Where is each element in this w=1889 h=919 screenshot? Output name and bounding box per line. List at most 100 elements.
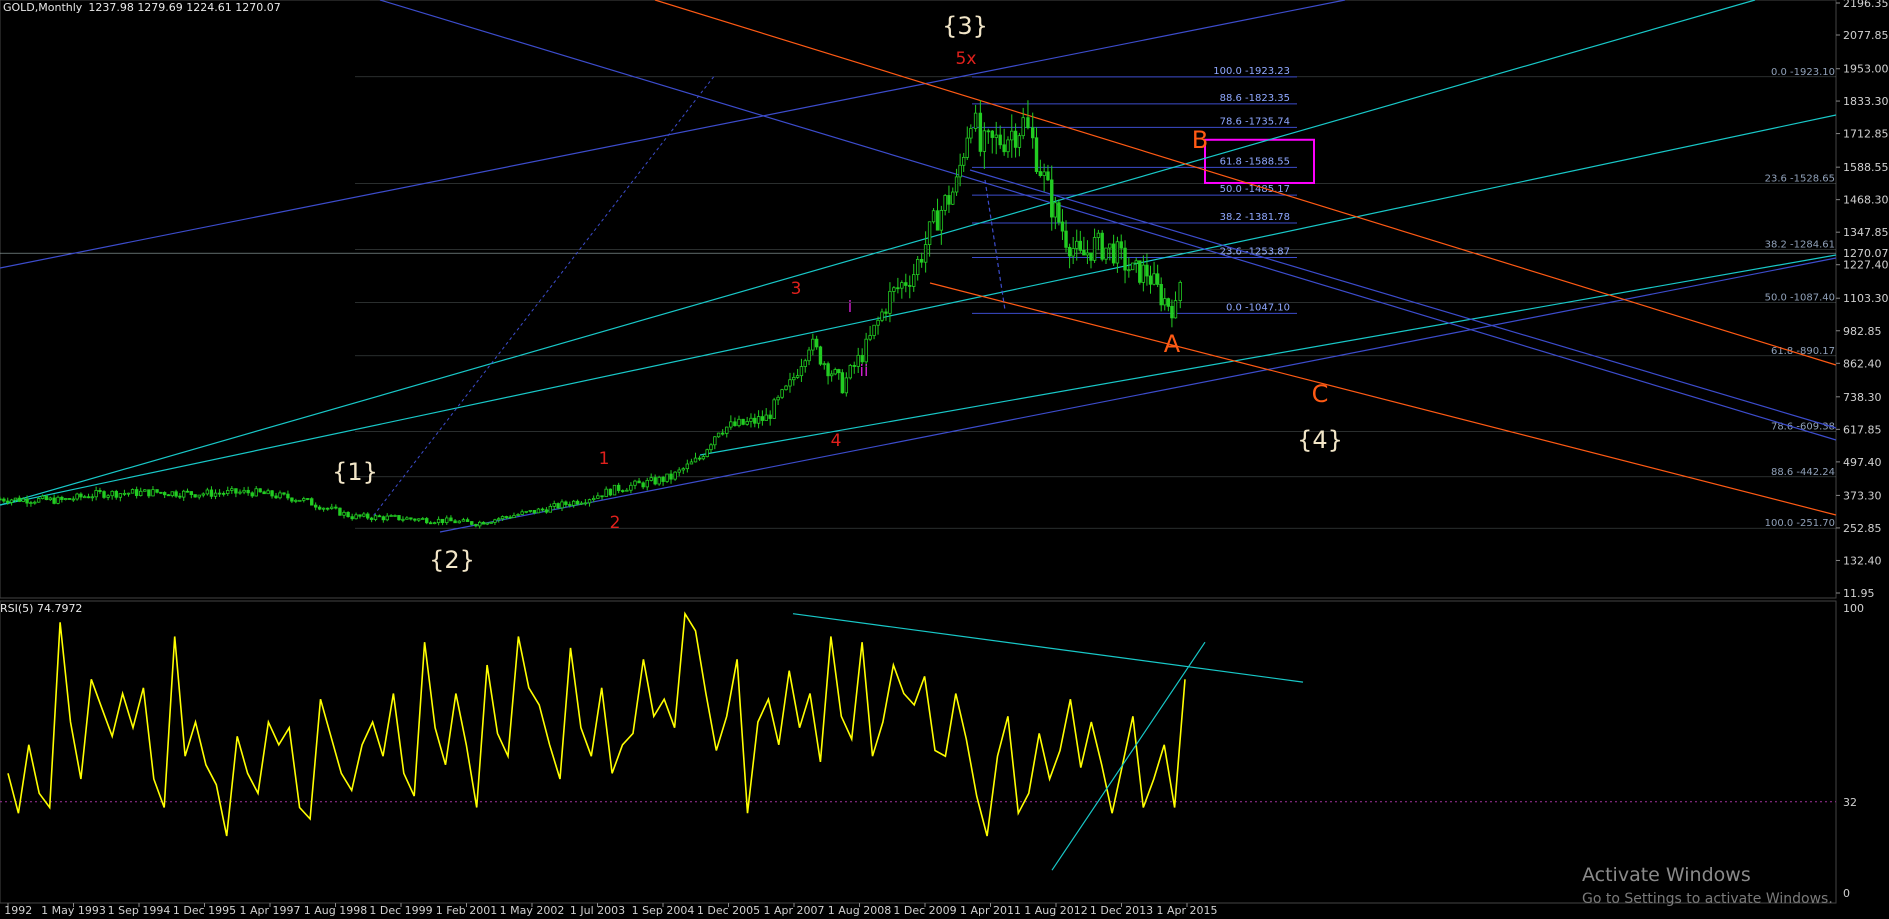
candle-body — [71, 498, 75, 501]
candle-body — [270, 490, 274, 497]
fib-inner-label: 100.0 -1923.23 — [1213, 66, 1290, 77]
candle-body — [876, 319, 880, 326]
candle-body — [811, 338, 815, 351]
candle-body — [151, 489, 155, 497]
candle-body — [896, 287, 900, 290]
candle-body — [837, 369, 841, 374]
fib-inner-label: 78.6 -1735.74 — [1220, 116, 1290, 127]
candle-body — [201, 493, 205, 496]
fib-level-label: 38.2 -1284.61 — [1765, 239, 1835, 250]
candle-body — [621, 490, 625, 492]
candle-body — [591, 497, 596, 501]
candle-body — [943, 195, 947, 211]
candle-body — [693, 457, 698, 463]
candle-body — [872, 324, 876, 336]
candle-body — [405, 517, 409, 520]
candle-body — [575, 500, 580, 505]
candle-body — [524, 510, 528, 513]
candle-body — [697, 457, 702, 460]
wave-label: 2 — [610, 513, 621, 533]
candle-body — [919, 258, 924, 263]
candle-body — [868, 335, 872, 340]
candle-body — [193, 494, 197, 498]
candle-body — [552, 503, 556, 507]
candle-body — [282, 492, 286, 495]
candle-body — [381, 516, 386, 521]
candle-body — [189, 491, 194, 496]
candle-body — [40, 495, 45, 499]
candle-body — [986, 130, 990, 133]
candle-body — [75, 493, 79, 500]
candle-body — [916, 258, 920, 276]
candle-body — [556, 503, 560, 509]
candle-body — [600, 495, 604, 498]
candle-body — [36, 498, 41, 503]
candle-body — [1013, 130, 1018, 148]
candle-body — [67, 498, 72, 500]
candle-body — [768, 414, 772, 419]
candle-body — [544, 509, 549, 513]
candle-body — [413, 518, 417, 521]
price-tick-label: 1227.40 — [1843, 259, 1889, 272]
candle-body — [880, 311, 884, 321]
candle-body — [242, 489, 246, 493]
candle-body — [927, 221, 932, 246]
candle-body — [1145, 264, 1149, 277]
candle-body — [440, 518, 445, 524]
candle-body — [25, 498, 29, 504]
date-tick-label: 1 Dec 2009 — [893, 904, 956, 917]
candle-body — [1064, 230, 1068, 248]
candle-body — [1042, 171, 1046, 177]
candle-body — [226, 490, 230, 495]
candle-body — [205, 489, 210, 495]
candle-body — [1075, 240, 1079, 249]
candle-body — [350, 516, 354, 520]
candle-body — [799, 366, 804, 377]
candle-body — [436, 518, 441, 524]
candle-body — [962, 156, 966, 166]
candle-body — [162, 492, 167, 496]
rsi-y-axis: 100 32 0 — [1843, 602, 1864, 900]
candle-body — [629, 484, 633, 491]
date-tick-label: Jan 1992 — [0, 904, 32, 917]
candle-body — [1130, 262, 1135, 271]
watermark-line1: Activate Windows — [1582, 864, 1751, 886]
candle-body — [649, 477, 653, 481]
candle-body — [990, 130, 994, 138]
candle-body — [1115, 241, 1120, 264]
candle-body — [166, 494, 171, 497]
candle-body — [221, 492, 226, 495]
candle-body — [737, 418, 741, 427]
wave-label: {2} — [429, 546, 475, 574]
candle-body — [102, 491, 106, 498]
candle-body — [548, 506, 553, 513]
price-tick-label: 132.40 — [1843, 554, 1882, 567]
candle-body — [500, 516, 505, 520]
candle-body — [612, 484, 617, 496]
candle-body — [587, 499, 592, 504]
candle-body — [1021, 117, 1025, 137]
candle-body — [79, 493, 83, 498]
candle-body — [306, 498, 310, 500]
candle-body — [616, 484, 621, 491]
fib-inner-label: 38.2 -1381.78 — [1220, 212, 1290, 223]
date-tick-label: 1 Aug 2008 — [828, 904, 891, 917]
candle-body — [217, 492, 222, 495]
price-tick-label: 617.85 — [1843, 423, 1882, 436]
candle-body — [1141, 264, 1146, 283]
candle-body — [290, 497, 294, 502]
candle-body — [1166, 298, 1171, 307]
candle-body — [385, 515, 389, 521]
candle-body — [262, 491, 266, 495]
candle-body — [298, 499, 302, 502]
candle-body — [1170, 305, 1174, 319]
candle-body — [579, 502, 584, 505]
candle-body — [864, 338, 868, 363]
candle-body — [453, 520, 457, 524]
candle-body — [302, 498, 306, 501]
rsi-tick-label: 0 — [1843, 887, 1850, 900]
candle-body — [720, 432, 725, 435]
candle-body — [528, 509, 532, 512]
candle-body — [969, 128, 973, 139]
fib-level-label: 100.0 -251.70 — [1765, 518, 1835, 529]
